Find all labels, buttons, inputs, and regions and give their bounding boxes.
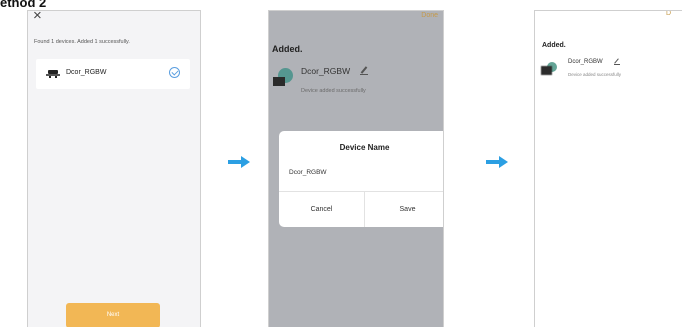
lamp-icon <box>46 70 60 78</box>
device-thumbnail-icon <box>541 62 557 78</box>
tutorial-page: ethod 2 × Found 1 devices. Added 1 succe… <box>0 0 682 327</box>
next-button[interactable]: Next <box>66 303 160 327</box>
device-name: Dcor_RGBW <box>301 66 351 76</box>
device-card[interactable]: Dcor_RGBW <box>36 59 190 89</box>
cancel-button[interactable]: Cancel <box>279 192 364 227</box>
added-title: Added. <box>272 44 303 54</box>
device-status: Device added successfully <box>301 88 366 94</box>
device-status: Device added successfully <box>568 72 622 77</box>
device-name: Dcor_RGBW <box>66 69 107 76</box>
phone-screen-step1: × Found 1 devices. Added 1 successfully.… <box>27 10 201 327</box>
device-name-dialog: Device Name Dcor_RGBW Cancel Save <box>279 131 443 227</box>
done-button[interactable]: Done <box>421 12 438 19</box>
arrow-right-icon <box>486 156 508 168</box>
pencil-icon[interactable] <box>360 66 368 75</box>
device-thumbnail-icon <box>273 68 293 90</box>
save-button[interactable]: Save <box>365 192 443 227</box>
dialog-title: Device Name <box>339 143 390 152</box>
added-title: Added. <box>542 42 566 49</box>
phone-screen-step2: Done Added. Dcor_RGBW Device added succe… <box>268 10 444 327</box>
device-name: Dcor_RGBW <box>568 59 603 65</box>
close-icon[interactable]: × <box>33 11 42 23</box>
found-devices-text: Found 1 devices. Added 1 successfully. <box>34 39 130 45</box>
check-circle-icon[interactable] <box>169 67 180 78</box>
done-button[interactable]: D <box>666 11 671 17</box>
pencil-icon[interactable] <box>614 58 620 65</box>
phone-screen-step3: D Added. Dcor_RGBW Device added successf… <box>534 10 682 327</box>
method-heading: ethod 2 <box>0 0 47 10</box>
arrow-right-icon <box>228 156 250 168</box>
device-name-input[interactable]: Dcor_RGBW <box>289 169 327 176</box>
